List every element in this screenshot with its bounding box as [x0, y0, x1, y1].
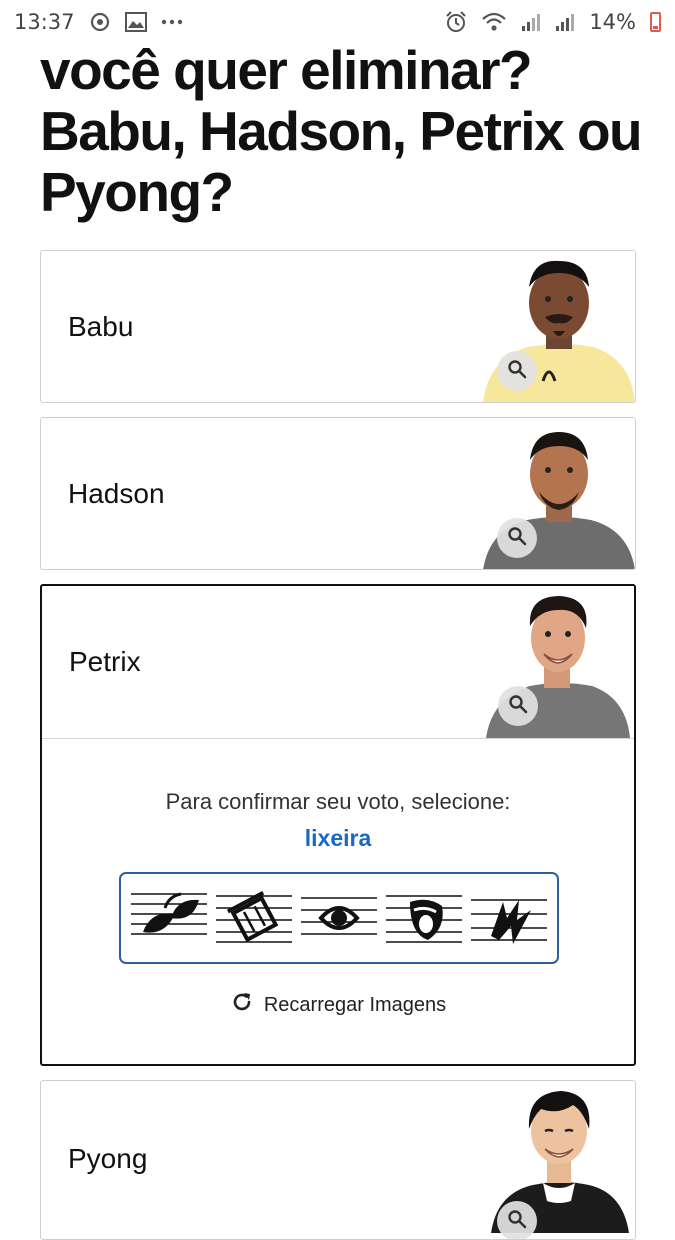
zoom-button[interactable]	[497, 351, 537, 391]
reload-images-button[interactable]: Recarregar Imagens	[42, 990, 634, 1020]
status-bar: 13:37 14%	[0, 0, 675, 44]
lightning-icon[interactable]	[469, 888, 549, 948]
candidate-name: Hadson	[68, 478, 165, 509]
trash-icon[interactable]	[214, 888, 294, 948]
battery-icon	[650, 12, 661, 32]
signal-icon	[555, 12, 575, 32]
captcha-image-box	[119, 872, 559, 964]
battery-percent: 14%	[589, 10, 636, 34]
candidate-card-pyong[interactable]: Pyong	[40, 1080, 636, 1240]
alarm-icon	[445, 11, 467, 33]
more-dots-icon	[161, 19, 183, 25]
search-icon	[507, 526, 527, 550]
refresh-icon	[230, 990, 254, 1020]
candidate-name: Pyong	[68, 1143, 148, 1174]
candidate-card-babu[interactable]: Babu	[40, 250, 636, 403]
zoom-button[interactable]	[497, 1201, 537, 1239]
candidate-name: Babu	[68, 311, 134, 342]
captcha-instruction: Para confirmar seu voto, selecione:	[165, 789, 511, 814]
candidate-card-hadson[interactable]: Hadson	[40, 417, 636, 570]
search-icon	[507, 1209, 527, 1233]
wifi-icon	[481, 11, 507, 33]
captcha-target: lixeira	[304, 825, 372, 851]
zoom-button[interactable]	[498, 686, 538, 726]
search-icon	[508, 694, 528, 718]
sync-icon	[89, 11, 111, 33]
gallery-icon	[124, 12, 147, 32]
search-icon	[507, 359, 527, 383]
zoom-button[interactable]	[497, 518, 537, 558]
captcha-panel: Para confirmar seu voto, selecione: lixe…	[42, 739, 634, 1064]
shield-icon[interactable]	[384, 888, 464, 948]
clock: 13:37	[14, 10, 75, 34]
candidate-name: Petrix	[69, 646, 141, 677]
reload-label: Recarregar Imagens	[263, 993, 447, 1016]
signal-icon	[521, 12, 541, 32]
eye-icon[interactable]	[299, 888, 379, 948]
page-title: você quer eliminar? Babu, Hadson, Petrix…	[40, 39, 643, 223]
leaves-icon[interactable]	[129, 888, 209, 948]
candidate-card-petrix[interactable]: Petrix Para confirmar seu voto, selecion…	[40, 584, 636, 1066]
